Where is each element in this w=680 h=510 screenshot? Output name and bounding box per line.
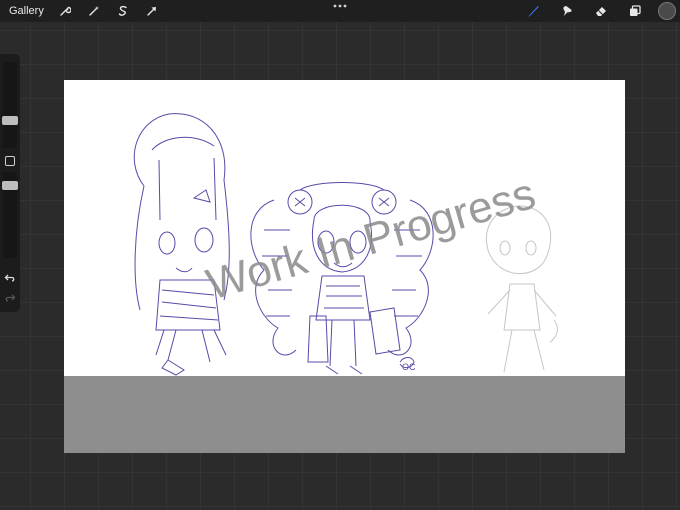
layers-icon[interactable] bbox=[624, 0, 646, 22]
wrench-icon[interactable] bbox=[54, 0, 76, 22]
signature: OC bbox=[402, 362, 416, 372]
canvas-gray-fill bbox=[64, 376, 625, 453]
right-toolset bbox=[510, 0, 680, 22]
watermark-text: Work In Progress bbox=[201, 169, 540, 310]
brush-icon[interactable] bbox=[522, 0, 544, 22]
undo-icon[interactable] bbox=[4, 272, 16, 284]
magic-wand-icon[interactable] bbox=[83, 0, 105, 22]
drawing-canvas[interactable]: OC Work In Progress bbox=[64, 80, 625, 453]
ellipsis-icon[interactable] bbox=[332, 2, 348, 10]
gallery-button[interactable]: Gallery bbox=[9, 5, 44, 17]
character-left bbox=[133, 113, 230, 376]
redo-icon[interactable] bbox=[4, 292, 16, 304]
smudge-icon[interactable] bbox=[556, 0, 578, 22]
brush-size-slider[interactable] bbox=[3, 62, 17, 148]
sidebar bbox=[0, 54, 20, 312]
top-toolbar: Gallery bbox=[0, 0, 680, 22]
character-right-sketch bbox=[485, 205, 558, 373]
line-art-illustration: OC Work In Progress bbox=[133, 113, 558, 376]
transform-arrow-icon[interactable] bbox=[141, 0, 163, 22]
modifier-button[interactable] bbox=[5, 156, 15, 166]
eraser-icon[interactable] bbox=[590, 0, 612, 22]
color-swatch[interactable] bbox=[658, 2, 676, 20]
selection-icon[interactable] bbox=[112, 0, 134, 22]
opacity-handle[interactable] bbox=[2, 181, 18, 190]
brush-size-handle[interactable] bbox=[2, 116, 18, 125]
